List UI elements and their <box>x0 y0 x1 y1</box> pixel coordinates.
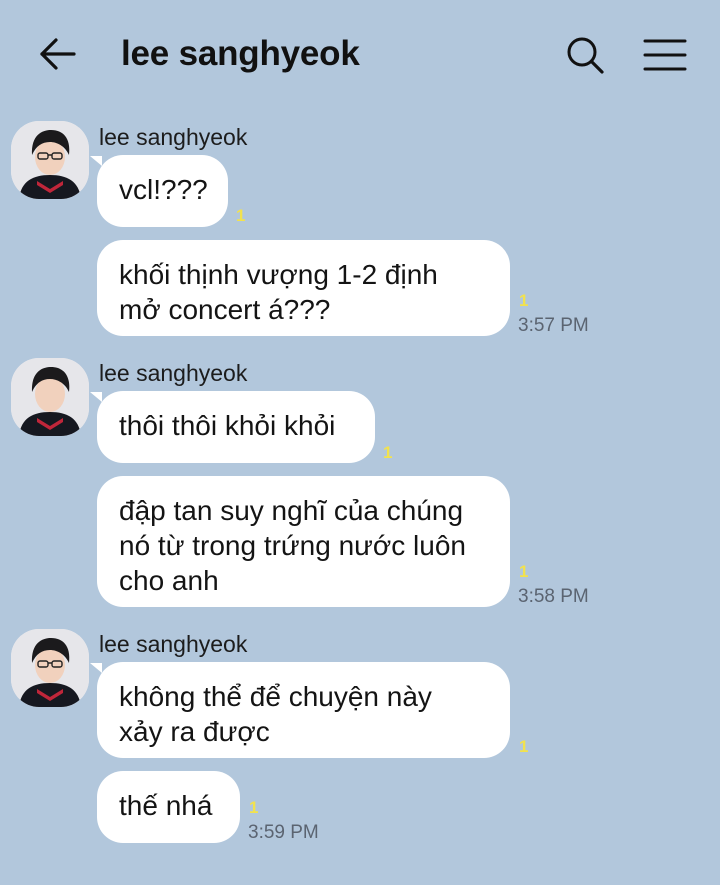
sender-name: lee sanghyeok <box>99 631 248 657</box>
message-time: 3:59 PM <box>248 822 319 843</box>
message-bubble[interactable]: thế nhá <box>97 771 240 843</box>
avatar[interactable] <box>11 629 89 707</box>
message-text-line: mở concert á??? <box>119 294 331 325</box>
message-time: 3:58 PM <box>518 586 589 607</box>
message-text-line: khối thịnh vượng 1-2 định <box>119 259 438 290</box>
message-bubble[interactable]: khối thịnh vượng 1-2 định mở concert á??… <box>97 240 510 336</box>
unread-count: 1 <box>519 562 529 581</box>
chat-title: lee sanghyeok <box>121 34 360 73</box>
message-text-line: xảy ra được <box>119 716 270 747</box>
message-text-line: đập tan suy nghĩ của chúng <box>119 495 464 526</box>
bubble-tail <box>90 392 102 402</box>
message-bubble[interactable]: vcl!??? <box>97 155 228 227</box>
message-text-line: nó từ trong trứng nước luôn <box>119 530 466 561</box>
hamburger-menu-icon <box>643 39 687 71</box>
message-text-line: thế nhá <box>119 790 213 821</box>
profile-photo <box>11 629 89 707</box>
sender-name: lee sanghyeok <box>99 124 248 150</box>
message-bubble[interactable]: không thể để chuyện này xảy ra được <box>97 662 510 758</box>
menu-button[interactable] <box>642 34 688 78</box>
profile-photo <box>11 358 89 436</box>
message-text-line: vcl!??? <box>119 174 208 205</box>
bubble-tail <box>90 156 102 166</box>
unread-count: 1 <box>236 206 246 225</box>
message-time: 3:57 PM <box>518 315 589 336</box>
unread-count: 1 <box>249 798 259 817</box>
chat-header: lee sanghyeok <box>0 0 720 110</box>
back-button[interactable] <box>36 34 80 78</box>
bubble-tail <box>90 663 102 673</box>
unread-count: 1 <box>519 737 529 756</box>
unread-count: 1 <box>383 443 393 462</box>
avatar[interactable] <box>11 121 89 199</box>
sender-name: lee sanghyeok <box>99 360 248 386</box>
message-text-line: không thể để chuyện này <box>119 681 432 712</box>
message-bubble[interactable]: đập tan suy nghĩ của chúng nó từ trong t… <box>97 476 510 607</box>
message-text-line: thôi thôi khỏi khỏi <box>119 410 336 441</box>
search-button[interactable] <box>564 34 608 78</box>
search-icon <box>567 37 604 74</box>
message-bubble[interactable]: thôi thôi khỏi khỏi <box>97 391 375 463</box>
avatar[interactable] <box>11 358 89 436</box>
unread-count: 1 <box>519 291 529 310</box>
arrow-left-icon <box>40 38 76 70</box>
message-text-line: cho anh <box>119 565 219 596</box>
profile-photo <box>11 121 89 199</box>
